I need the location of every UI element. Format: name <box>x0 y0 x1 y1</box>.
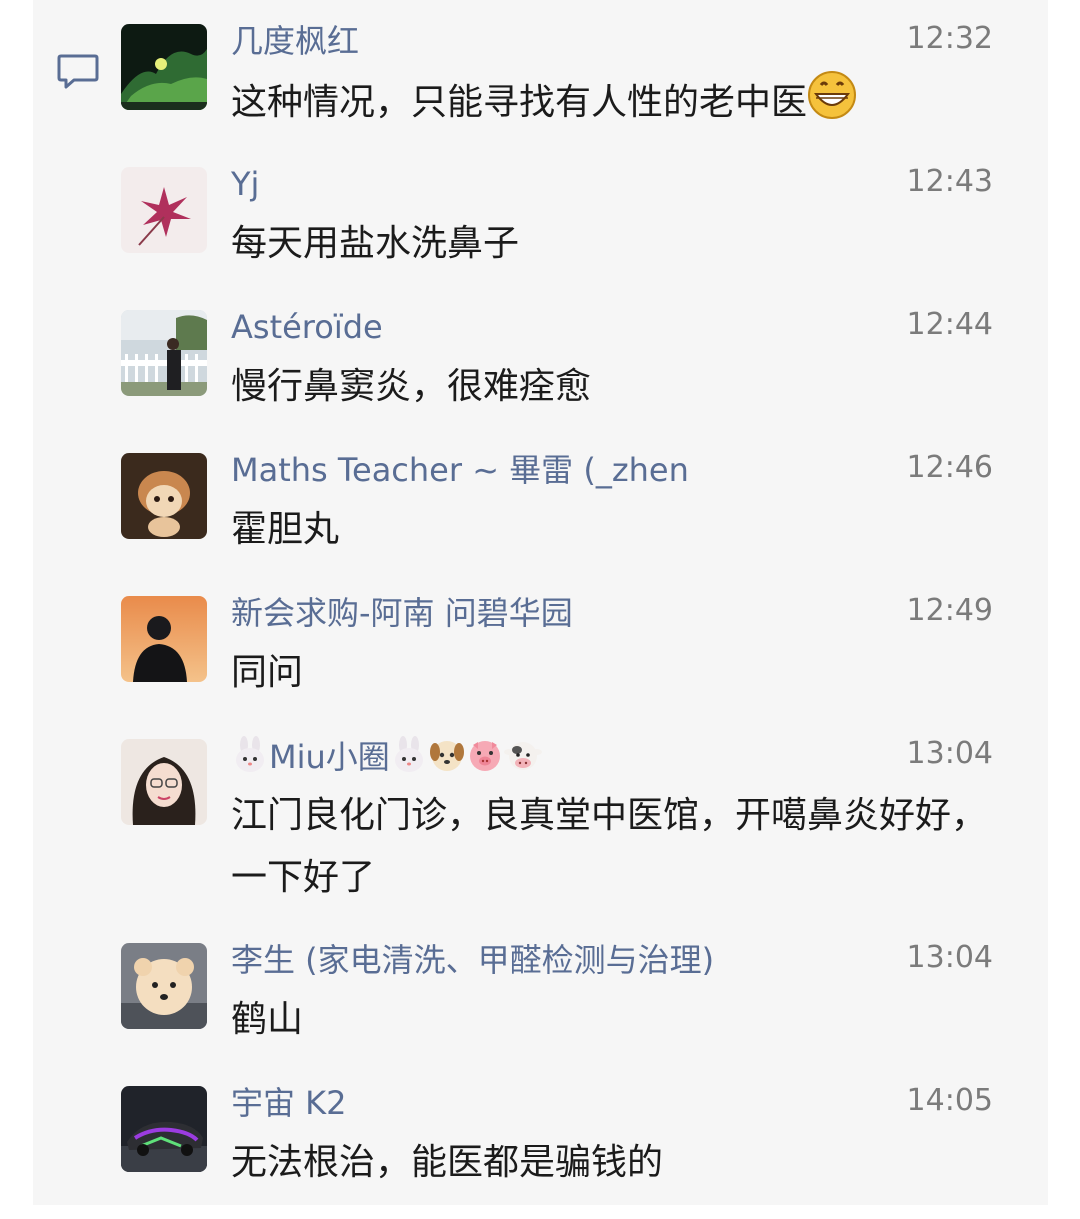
comment-time: 12:49 <box>906 593 993 628</box>
comment-text: 江门良化门诊，良真堂中医馆，开噶鼻炎好好，一下好了 <box>231 795 988 898</box>
avatar[interactable] <box>121 596 207 682</box>
pig-face-emoji <box>466 736 504 783</box>
comment-time: 12:44 <box>906 307 993 342</box>
cow-face-emoji <box>503 736 542 783</box>
avatar[interactable] <box>121 1086 207 1172</box>
comment-text: 无法根治，能医都是骗钱的 <box>231 1142 664 1183</box>
comment-bubble-icon[interactable] <box>56 52 100 92</box>
comment-time: 14:05 <box>906 1083 993 1118</box>
avatar[interactable] <box>121 453 207 539</box>
comment-author[interactable]: Astéroïde <box>231 307 383 347</box>
avatar[interactable] <box>121 943 207 1029</box>
comment-author[interactable]: 宇宙 K2 <box>231 1083 347 1123</box>
comment-author[interactable]: Yj <box>231 164 259 204</box>
dog-face-emoji <box>428 736 466 783</box>
comment-author[interactable]: 几度枫红 <box>231 21 359 61</box>
comment-text: 每天用盐水洗鼻子 <box>231 223 520 264</box>
comment-author[interactable]: Maths Teacher ~ 畢雷 (_zhen <box>231 450 689 490</box>
comment-text: 这种情况，只能寻找有人性的老中医 <box>231 70 996 140</box>
rabbit-face-emoji <box>231 736 269 783</box>
avatar[interactable] <box>121 310 207 396</box>
comment-text: 鹤山 <box>231 999 304 1040</box>
comment-time: 12:32 <box>906 21 993 56</box>
comment-author-name: Miu小圈 <box>269 738 390 776</box>
comment-text: 霍胆丸 <box>231 509 340 550</box>
comment-time: 13:04 <box>906 940 993 975</box>
comment-text: 同问 <box>231 652 304 693</box>
comment-text-content: 这种情况，只能寻找有人性的老中医 <box>231 82 808 123</box>
avatar[interactable] <box>121 739 207 825</box>
comment-author[interactable]: 李生 (家电清洗、甲醛检测与治理) <box>231 940 714 980</box>
comment-time: 13:04 <box>906 736 993 771</box>
rabbit-face-emoji <box>390 736 428 783</box>
avatar[interactable] <box>121 24 207 110</box>
avatar[interactable] <box>121 167 207 253</box>
comment-text: 慢行鼻窦炎，很难痊愈 <box>231 366 592 407</box>
comment-author[interactable]: Miu小圈 <box>231 736 542 783</box>
comment-time: 12:43 <box>906 164 993 199</box>
comment-time: 12:46 <box>906 450 993 485</box>
grinning-face-emoji <box>807 70 857 140</box>
comment-author[interactable]: 新会求购-阿南 问碧华园 <box>231 593 573 633</box>
